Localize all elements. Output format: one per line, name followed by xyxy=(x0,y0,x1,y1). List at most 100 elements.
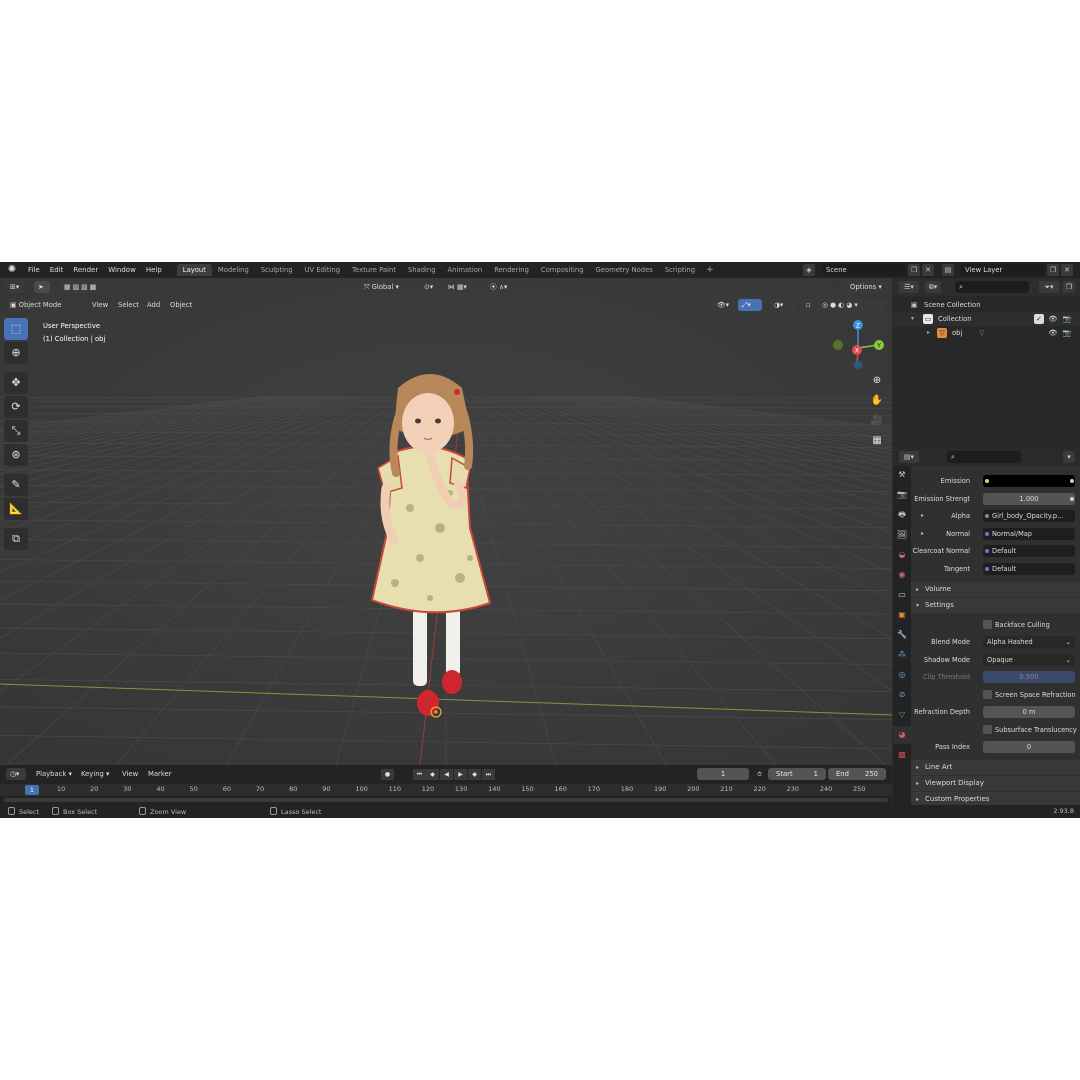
menu-window[interactable]: Window xyxy=(103,266,141,274)
emission-strength-field[interactable]: 1.000 xyxy=(983,493,1075,505)
tab-shading[interactable]: Shading xyxy=(402,264,442,276)
record-icon[interactable]: ● xyxy=(381,769,394,780)
tool-tab-icon[interactable]: ⚒ xyxy=(893,466,911,484)
object-mode-dropdown[interactable]: ▣ Object Mode xyxy=(6,299,84,311)
scene-delete-icon[interactable]: ✕ xyxy=(922,264,934,276)
zoom-icon[interactable]: ⊕ xyxy=(868,372,886,390)
measure-tool-icon[interactable]: 📐 xyxy=(4,498,28,520)
viewport-menu-select[interactable]: Select xyxy=(118,299,139,311)
editor-type-icon[interactable]: ⊞▾ xyxy=(6,281,26,293)
outliner-search-input[interactable]: ⌕ xyxy=(955,281,1029,293)
render-tab-icon[interactable]: 📷 xyxy=(893,486,911,504)
tab-uv-editing[interactable]: UV Editing xyxy=(299,264,346,276)
scene-new-icon[interactable]: ❐ xyxy=(908,264,920,276)
transform-tool-icon[interactable]: ⊛ xyxy=(4,444,28,466)
constraints-tab-icon[interactable]: ⊘ xyxy=(893,686,911,704)
scene-name-field[interactable]: Scene xyxy=(822,264,906,276)
tab-modeling[interactable]: Modeling xyxy=(212,264,255,276)
overlay-toggle-icon[interactable]: ◑▾ xyxy=(770,299,796,311)
scene-tab-icon[interactable]: ◒ xyxy=(893,546,911,564)
cursor-tool-icon[interactable]: ⊕ xyxy=(4,342,28,364)
scale-tool-icon[interactable]: ⤡ xyxy=(4,420,28,442)
properties-editor-type-icon[interactable]: ▤▾ xyxy=(899,451,919,463)
viewport-menu-object[interactable]: Object xyxy=(170,299,192,311)
timeline-menu-keying[interactable]: Keying ▾ xyxy=(81,768,109,780)
render-camera-icon[interactable]: 📷 xyxy=(1062,314,1072,324)
tab-texture-paint[interactable]: Texture Paint xyxy=(346,264,402,276)
ortho-grid-icon[interactable]: ▦ xyxy=(868,432,886,450)
subsurface-translucency-checkbox[interactable] xyxy=(983,725,992,734)
tab-compositing[interactable]: Compositing xyxy=(535,264,590,276)
properties-search-input[interactable]: ⌕ xyxy=(947,451,1021,463)
play-reverse-icon[interactable]: ◀ xyxy=(440,769,453,780)
outliner-object-obj[interactable]: ▸ ▽ obj ▽ 👁 📷 xyxy=(893,326,1080,340)
jump-start-icon[interactable]: ⏮ xyxy=(413,769,426,780)
move-tool-icon[interactable]: ✥ xyxy=(4,372,28,394)
tab-layout[interactable]: Layout xyxy=(176,264,212,276)
snap-icon[interactable]: ⋈ ▦▾ xyxy=(444,281,484,293)
viewport-display-section-header[interactable]: ▸ Viewport Display xyxy=(911,776,1080,791)
tab-scripting[interactable]: Scripting xyxy=(659,264,701,276)
jump-end-icon[interactable]: ⏭ xyxy=(482,769,495,780)
3d-viewport[interactable]: Z Y X ⊞▾ ➤ ▦ ▧ ▨ ▩ ▣ Object Mode View Se… xyxy=(0,278,892,765)
timeline-ruler[interactable]: 1 10 20 30 40 50 60 70 80 90 100 110 120 130 140 150 160… xyxy=(0,784,892,796)
new-collection-icon[interactable]: ❐ xyxy=(1063,281,1075,293)
rotate-tool-icon[interactable]: ⟳ xyxy=(4,396,28,418)
options-dropdown[interactable]: Options ▾ xyxy=(846,281,888,293)
timeline-scrollbar[interactable] xyxy=(4,798,888,802)
collection-tab-icon[interactable]: ▭ xyxy=(893,586,911,604)
tab-animation[interactable]: Animation xyxy=(442,264,489,276)
object-render-camera-icon[interactable]: 📷 xyxy=(1062,328,1072,338)
add-cube-tool-icon[interactable]: ⧉ xyxy=(4,528,28,550)
backface-culling-checkbox[interactable] xyxy=(983,620,992,629)
settings-section-header[interactable]: ▾ Settings xyxy=(911,598,1080,613)
collection-expand-icon[interactable]: ▾ xyxy=(911,312,914,326)
volume-section-header[interactable]: ▸ Volume xyxy=(911,582,1080,597)
timeline-editor-type-icon[interactable]: ◷▾ xyxy=(6,768,26,780)
timeline-menu-view[interactable]: View xyxy=(122,768,138,780)
properties-options-icon[interactable]: ▾ xyxy=(1063,451,1075,463)
particles-tab-icon[interactable]: ⁂ xyxy=(893,646,911,664)
blend-mode-dropdown[interactable]: Alpha Hashed ⌄ xyxy=(983,636,1075,648)
jump-keyframe-back-icon[interactable]: ◆ xyxy=(426,769,439,780)
exclude-checkbox-icon[interactable]: ✓ xyxy=(1034,314,1044,324)
camera-view-icon[interactable]: 🎥 xyxy=(868,412,886,430)
menu-help[interactable]: Help xyxy=(141,266,167,274)
line-art-section-header[interactable]: ▸ Line Art xyxy=(911,760,1080,775)
emission-color-field[interactable] xyxy=(983,475,1075,487)
pivot-point-icon[interactable]: ⊙▾ xyxy=(420,281,440,293)
jump-keyframe-forward-icon[interactable]: ◆ xyxy=(468,769,481,780)
viewport-menu-view[interactable]: View xyxy=(92,299,108,311)
outliner-scene-collection[interactable]: ▣ Scene Collection xyxy=(893,298,1080,312)
modifier-tab-icon[interactable]: 🔧 xyxy=(893,626,911,644)
material-tab-icon[interactable]: ◕ xyxy=(893,726,911,744)
data-tab-icon[interactable]: ▽ xyxy=(893,706,911,724)
visibility-icon[interactable]: 👁▾ xyxy=(713,299,737,311)
shadow-mode-dropdown[interactable]: Opaque ⌄ xyxy=(983,654,1075,666)
visibility-eye-icon[interactable]: 👁 xyxy=(1048,314,1058,324)
menu-edit[interactable]: Edit xyxy=(45,266,69,274)
menu-file[interactable]: File xyxy=(23,266,45,274)
normal-expand-icon[interactable]: ▸ xyxy=(921,527,924,541)
tab-geometry-nodes[interactable]: Geometry Nodes xyxy=(590,264,659,276)
screen-space-refraction-checkbox[interactable] xyxy=(983,690,992,699)
filter-icon[interactable]: ⏷▾ xyxy=(1039,281,1059,293)
selection-mode-icons[interactable]: ▦ ▧ ▨ ▩ xyxy=(60,281,128,293)
transform-orientation-dropdown[interactable]: ⤧ Global ▾ xyxy=(360,281,414,293)
view-layer-browse-icon[interactable]: ▤ xyxy=(942,264,954,276)
pan-hand-icon[interactable]: ✋ xyxy=(868,392,886,410)
view-layer-new-icon[interactable]: ❐ xyxy=(1047,264,1059,276)
output-tab-icon[interactable]: 🖶 xyxy=(893,506,911,524)
view-layer-name-field[interactable]: View Layer xyxy=(961,264,1045,276)
physics-tab-icon[interactable]: ◎ xyxy=(893,666,911,684)
outliner-editor-type-icon[interactable]: ☰▾ xyxy=(899,281,919,293)
object-visibility-eye-icon[interactable]: 👁 xyxy=(1048,328,1058,338)
current-frame-field[interactable]: 1 xyxy=(697,768,749,780)
pass-index-field[interactable]: 0 xyxy=(983,741,1075,753)
tab-rendering[interactable]: Rendering xyxy=(488,264,535,276)
end-frame-field[interactable]: End 250 xyxy=(828,768,886,780)
add-workspace-button[interactable]: + xyxy=(701,264,719,276)
viewport-menu-add[interactable]: Add xyxy=(147,299,160,311)
alpha-input-field[interactable]: Girl_body_Opacity.p... xyxy=(983,510,1075,522)
timeline-menu-playback[interactable]: Playback ▾ xyxy=(36,768,72,780)
